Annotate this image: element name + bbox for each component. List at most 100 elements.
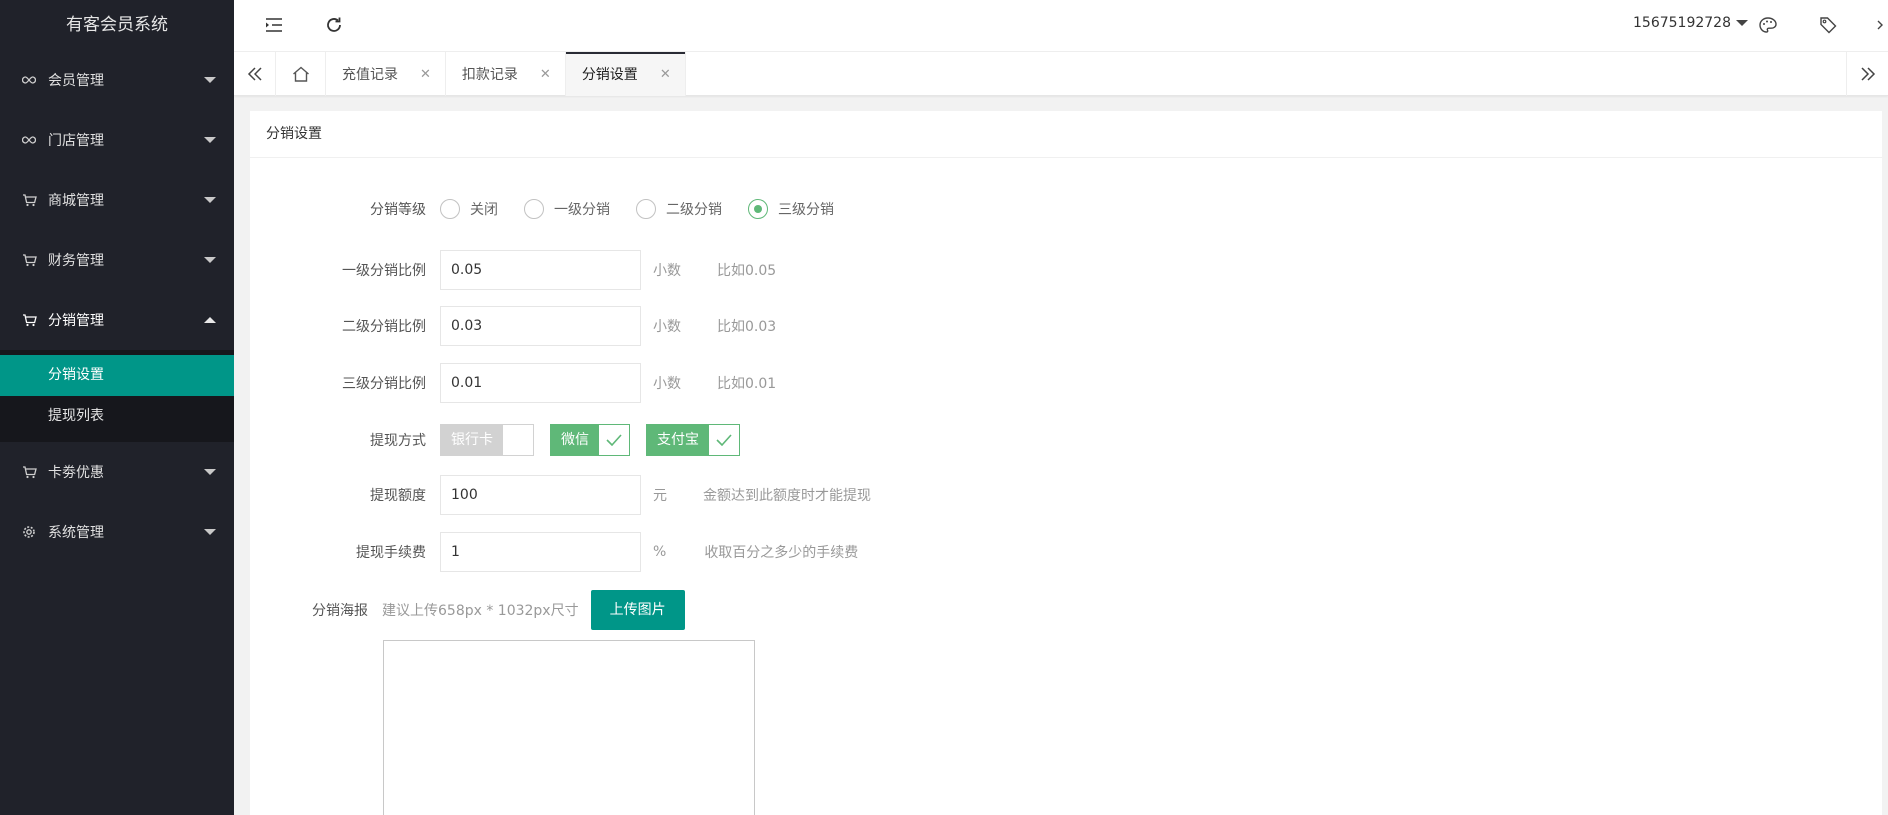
ratio2-label: 二级分销比例	[342, 319, 426, 335]
checkbox-label: 微信	[551, 425, 599, 455]
checkbox-box	[503, 425, 533, 455]
chevron-up-icon	[204, 317, 216, 323]
caret-down-icon	[1736, 20, 1748, 26]
tab-label: 充值记录	[342, 67, 398, 83]
radio-label: 二级分销	[666, 202, 722, 218]
radio-circle	[524, 199, 544, 219]
checkbox-label: 银行卡	[441, 425, 503, 455]
close-icon[interactable]: ✕	[660, 67, 671, 82]
ratio2-input[interactable]	[440, 306, 641, 346]
checkbox-wechat[interactable]: 微信	[550, 424, 630, 456]
amount-hint: 金额达到此额度时才能提现	[703, 488, 871, 504]
ratio1-label: 一级分销比例	[342, 263, 426, 279]
refresh-icon[interactable]	[322, 13, 346, 37]
gear-icon	[20, 523, 38, 541]
checkbox-bank-card[interactable]: 银行卡	[440, 424, 534, 456]
tab-distribution-settings[interactable]: 分销设置 ✕	[565, 52, 686, 96]
chevron-down-icon	[204, 197, 216, 203]
radio-circle	[748, 199, 768, 219]
ratio3-label: 三级分销比例	[342, 376, 426, 392]
radio-circle	[636, 199, 656, 219]
poster-label: 分销海报	[312, 603, 368, 619]
fee-input[interactable]	[440, 532, 641, 572]
chevron-down-icon	[204, 137, 216, 143]
sidebar-item-mall[interactable]: 商城管理	[0, 170, 234, 230]
radio-label: 关闭	[470, 202, 498, 218]
radio-level2[interactable]: 二级分销	[636, 199, 722, 219]
sidebar-item-label: 商城管理	[48, 193, 104, 209]
upload-image-button[interactable]: 上传图片	[590, 590, 685, 630]
radio-off[interactable]: 关闭	[440, 199, 498, 219]
sidebar-subitem-distribution-settings[interactable]: 分销设置	[0, 355, 234, 396]
ratio3-unit: 小数	[653, 376, 681, 392]
tabs-scroll-left-icon[interactable]	[234, 52, 276, 96]
cart-icon	[20, 191, 38, 209]
amount-row: 提现额度 元 金额达到此额度时才能提现	[250, 475, 871, 515]
close-icon[interactable]: ✕	[420, 67, 431, 82]
sidebar-item-store[interactable]: 门店管理	[0, 110, 234, 170]
app-title: 有客会员系统	[0, 0, 234, 50]
fee-hint: 收取百分之多少的手续费	[704, 545, 859, 561]
home-icon	[292, 66, 309, 82]
sidebar-item-coupons[interactable]: 卡劵优惠	[0, 442, 234, 502]
fee-label: 提现手续费	[356, 545, 426, 561]
sidebar-item-finance[interactable]: 财务管理	[0, 230, 234, 290]
sidebar: 有客会员系统 会员管理 门店管理 商城管理 财务管理 分销管理 分销设置 提现列…	[0, 0, 234, 815]
radio-level3[interactable]: 三级分销	[748, 199, 834, 219]
sidebar-item-member[interactable]: 会员管理	[0, 50, 234, 110]
ratio3-input[interactable]	[440, 363, 641, 403]
tab-deduction-records[interactable]: 扣款记录 ✕	[446, 52, 566, 96]
ratio1-hint: 比如0.05	[717, 263, 777, 279]
tab-label: 扣款记录	[461, 67, 518, 83]
tab-label: 分销设置	[581, 67, 638, 83]
sidebar-item-label: 分销管理	[48, 313, 104, 329]
cart-icon	[20, 311, 38, 329]
cart-icon	[20, 463, 38, 481]
sidebar-item-distribution[interactable]: 分销管理	[0, 290, 234, 350]
radio-circle	[440, 199, 460, 219]
ratio1-unit: 小数	[653, 263, 681, 279]
checkbox-label: 支付宝	[647, 425, 709, 455]
infinity-icon	[20, 71, 38, 89]
sidebar-item-label: 门店管理	[48, 133, 104, 149]
ratio3-hint: 比如0.01	[717, 376, 777, 392]
ratio1-row: 一级分销比例 小数 比如0.05	[250, 250, 776, 290]
poster-row: 分销海报 建议上传658px * 1032px尺寸 上传图片	[250, 590, 685, 630]
cart-icon	[20, 251, 38, 269]
amount-unit: 元	[653, 488, 667, 504]
checkbox-alipay[interactable]: 支付宝	[646, 424, 740, 456]
sidebar-item-label: 会员管理	[48, 73, 104, 89]
close-icon[interactable]: ✕	[540, 67, 551, 82]
tag-icon[interactable]	[1816, 13, 1840, 37]
ratio2-hint: 比如0.03	[717, 319, 777, 335]
method-row: 提现方式 银行卡 微信 支付宝	[250, 424, 756, 456]
tab-bar: 充值记录 ✕ 扣款记录 ✕ 分销设置 ✕	[234, 52, 1888, 96]
radio-level1[interactable]: 一级分销	[524, 199, 610, 219]
fullscreen-icon[interactable]	[1870, 13, 1888, 37]
tab-list: 充值记录 ✕ 扣款记录 ✕ 分销设置 ✕	[276, 52, 686, 96]
chevron-down-icon	[204, 77, 216, 83]
sidebar-submenu: 分销设置 提现列表	[0, 350, 234, 442]
ratio2-row: 二级分销比例 小数 比如0.03	[250, 306, 776, 346]
card-title: 分销设置	[250, 111, 1882, 158]
sidebar-subitem-withdraw-list[interactable]: 提现列表	[0, 396, 234, 437]
fee-row: 提现手续费 % 收取百分之多少的手续费	[250, 532, 858, 572]
tabs-scroll-right-icon[interactable]	[1846, 52, 1888, 96]
method-label: 提现方式	[370, 433, 426, 449]
sidebar-item-label: 财务管理	[48, 253, 104, 269]
check-icon	[599, 425, 629, 455]
ratio1-input[interactable]	[440, 250, 641, 290]
chevron-down-icon	[204, 257, 216, 263]
theme-palette-icon[interactable]	[1756, 13, 1780, 37]
user-menu[interactable]: 15675192728	[1633, 15, 1748, 31]
sidebar-item-system[interactable]: 系统管理	[0, 502, 234, 562]
radio-label: 一级分销	[554, 202, 610, 218]
amount-input[interactable]	[440, 475, 641, 515]
level-row: 分销等级 关闭 一级分销 二级分销 三级分销	[250, 199, 860, 219]
menu-toggle-icon[interactable]	[262, 13, 286, 37]
fee-unit: %	[653, 544, 667, 560]
poster-preview	[383, 640, 755, 815]
level-label: 分销等级	[370, 202, 426, 218]
tab-home[interactable]	[276, 52, 326, 96]
tab-recharge-records[interactable]: 充值记录 ✕	[326, 52, 446, 96]
